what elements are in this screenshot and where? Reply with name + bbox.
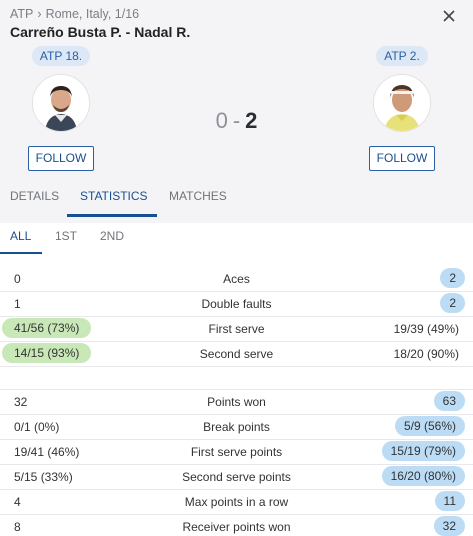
score-away: 2	[245, 108, 258, 133]
stat-away-value: 18/20 (90%)	[393, 347, 459, 361]
match-tabs: DETAILS STATISTICS MATCHES	[0, 176, 473, 217]
player-home-follow-button[interactable]: FOLLOW	[27, 146, 95, 171]
player-away: ATP 2. FOLLOW	[357, 46, 447, 171]
stat-row-max-points-in-a-row: 4 Max points in a row 11	[0, 490, 473, 515]
stat-group-divider	[0, 367, 473, 390]
stat-label: Points won	[207, 395, 266, 409]
breadcrumb-separator: ›	[37, 7, 42, 21]
stat-row-second-serve-points: 5/15 (33%) Second serve points 16/20 (80…	[0, 465, 473, 490]
score-home: 0	[215, 108, 228, 133]
close-icon[interactable]	[441, 8, 457, 24]
stat-row-first-serve-points: 19/41 (46%) First serve points 15/19 (79…	[0, 440, 473, 465]
stat-away-value: 2	[440, 293, 465, 313]
stat-row-double-faults: 1 Double faults 2	[0, 292, 473, 317]
match-header: ATP › Rome, Italy, 1/16 Carreño Busta P. -…	[0, 0, 473, 223]
stat-row-second-serve: 14/15 (93%) Second serve 18/20 (90%)	[0, 342, 473, 367]
match-title: Carreño Busta P. - Nadal R.	[10, 24, 191, 40]
stat-away-value: 2	[440, 268, 465, 288]
stat-away-value: 63	[433, 391, 465, 411]
tab-matches[interactable]: MATCHES	[169, 176, 227, 216]
statistics-table: 0 Aces 2 1 Double faults 2 41/56 (73%) F…	[0, 267, 473, 536]
stat-row-points-won: 32 Points won 63	[0, 390, 473, 415]
stat-away-value: 19/39 (49%)	[393, 322, 459, 336]
subtab-active-indicator	[0, 252, 42, 254]
score-separator: -	[232, 108, 241, 133]
stat-label: Aces	[223, 272, 250, 286]
breadcrumb-location[interactable]: Rome, Italy, 1/16	[46, 7, 140, 21]
stat-row-receiver-points-won: 8 Receiver points won 32	[0, 515, 473, 536]
player-away-rank-badge: ATP 2.	[376, 46, 428, 66]
breadcrumb-sport[interactable]: ATP	[10, 7, 33, 21]
stat-away-value: 11	[434, 491, 465, 511]
stat-label: Max points in a row	[184, 495, 289, 509]
stat-row-aces: 0 Aces 2	[0, 267, 473, 292]
stat-row-first-serve: 41/56 (73%) First serve 19/39 (49%)	[0, 317, 473, 342]
stat-label: Receiver points won	[182, 520, 291, 534]
tab-details[interactable]: DETAILS	[10, 176, 59, 216]
stat-row-break-points: 0/1 (0%) Break points 5/9 (56%)	[0, 415, 473, 440]
stat-away-value: 16/20 (80%)	[381, 466, 465, 486]
subtab-2nd[interactable]: 2ND	[100, 229, 124, 243]
stat-away-value: 32	[433, 516, 465, 536]
player-away-follow-button[interactable]: FOLLOW	[368, 146, 436, 171]
stat-label: Double faults	[201, 297, 272, 311]
match-detail-panel: ATP › Rome, Italy, 1/16 Carreño Busta P. -…	[0, 0, 473, 536]
tab-active-indicator	[67, 214, 157, 217]
period-subtabs: ALL 1ST 2ND	[0, 223, 473, 254]
stat-away-value: 15/19 (79%)	[381, 441, 465, 461]
breadcrumb: ATP › Rome, Italy, 1/16	[10, 7, 139, 21]
subtab-1st[interactable]: 1ST	[55, 229, 77, 243]
stat-away-value: 5/9 (56%)	[394, 416, 465, 436]
player-home-rank-badge: ATP 18.	[31, 46, 91, 66]
subtab-all[interactable]: ALL	[10, 229, 31, 243]
player-away-avatar[interactable]	[373, 74, 431, 132]
tab-statistics[interactable]: STATISTICS	[80, 176, 148, 216]
